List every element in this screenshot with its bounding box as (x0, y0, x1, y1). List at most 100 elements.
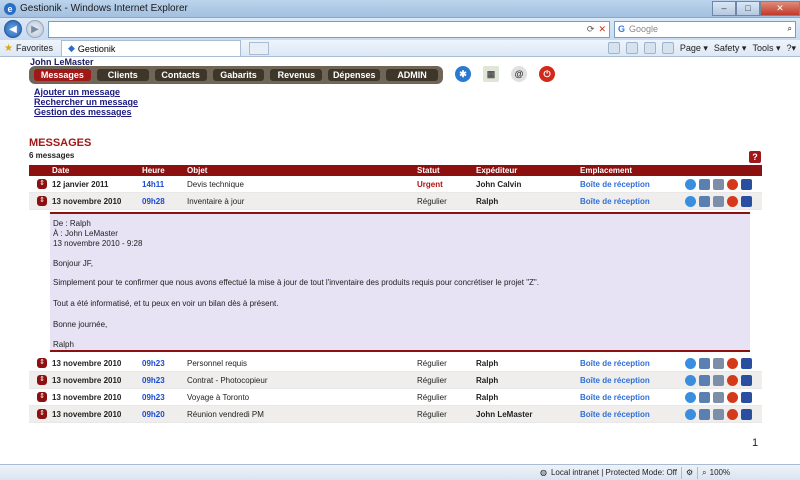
table-row[interactable]: ⇕ 13 novembre 2010 09h20 Réunion vendred… (29, 406, 762, 423)
forward-icon[interactable] (699, 196, 710, 207)
print-icon[interactable] (713, 375, 724, 386)
forward-icon[interactable] (699, 375, 710, 386)
menu-item-depenses[interactable]: Dépenses (328, 69, 381, 81)
menu-item-revenus[interactable]: Revenus (270, 69, 323, 81)
row-objet[interactable]: Devis technique (187, 180, 244, 189)
add-message-link[interactable]: Ajouter un message (34, 88, 138, 97)
power-logout-icon[interactable]: ⏻ (539, 66, 555, 82)
maximize-button[interactable]: □ (736, 0, 760, 16)
pagination-page[interactable]: 1 (752, 437, 758, 449)
delete-icon[interactable] (727, 179, 738, 190)
search-box[interactable]: G Google ⌕ (614, 20, 796, 38)
col-objet[interactable]: Objet (187, 166, 207, 175)
email-at-icon[interactable]: @ (511, 66, 527, 82)
expand-toggle-icon[interactable]: ⇕ (37, 358, 47, 368)
menu-item-gabarits[interactable]: Gabarits (212, 69, 265, 81)
minimize-button[interactable]: – (712, 0, 736, 16)
delete-icon[interactable] (727, 358, 738, 369)
row-objet[interactable]: Contrat - Photocopieur (187, 376, 268, 385)
table-row[interactable]: ⇕ 13 novembre 2010 09h23 Personnel requi… (29, 355, 762, 372)
save-icon[interactable] (741, 179, 752, 190)
reply-bubble-icon[interactable] (685, 375, 696, 386)
delete-icon[interactable] (727, 375, 738, 386)
row-emplacement[interactable]: Boîte de réception (580, 180, 650, 189)
reply-bubble-icon[interactable] (685, 358, 696, 369)
forward-icon[interactable] (699, 409, 710, 420)
search-message-link[interactable]: Rechercher un message (34, 98, 138, 107)
row-emplacement[interactable]: Boîte de réception (580, 410, 650, 419)
table-row[interactable]: ⇕ 13 novembre 2010 09h23 Contrat - Photo… (29, 372, 762, 389)
forward-icon[interactable] (699, 179, 710, 190)
calculator-icon[interactable]: ▦ (483, 66, 499, 82)
menu-item-messages[interactable]: Messages (34, 69, 91, 81)
safety-menu[interactable]: Safety ▾ (714, 43, 747, 54)
save-icon[interactable] (741, 409, 752, 420)
row-emplacement[interactable]: Boîte de réception (580, 197, 650, 206)
forward-icon[interactable] (699, 358, 710, 369)
menu-item-contacts[interactable]: Contacts (154, 69, 207, 81)
home-icon[interactable] (607, 42, 620, 54)
table-row[interactable]: ⇕ 13 novembre 2010 09h28 Inventaire à jo… (29, 193, 762, 210)
menu-item-clients[interactable]: Clients (96, 69, 149, 81)
favorites-button[interactable]: ★ Favorites (4, 43, 53, 54)
delete-icon[interactable] (727, 196, 738, 207)
row-objet[interactable]: Inventaire à jour (187, 197, 244, 206)
row-objet[interactable]: Voyage à Toronto (187, 393, 249, 402)
save-icon[interactable] (741, 392, 752, 403)
browser-tab[interactable]: ◆ Gestionik (60, 40, 241, 56)
security-zone[interactable]: Local intranet | Protected Mode: Off (551, 468, 677, 477)
row-emplacement[interactable]: Boîte de réception (580, 393, 650, 402)
expand-toggle-icon[interactable]: ⇕ (37, 375, 47, 385)
manage-messages-link[interactable]: Gestion des messages (34, 108, 138, 117)
print-icon[interactable] (713, 392, 724, 403)
col-heure[interactable]: Heure (142, 166, 165, 175)
print-icon[interactable] (713, 409, 724, 420)
expand-toggle-icon[interactable]: ⇕ (37, 392, 47, 402)
row-emplacement[interactable]: Boîte de réception (580, 359, 650, 368)
row-emplacement[interactable]: Boîte de réception (580, 376, 650, 385)
close-window-button[interactable]: ✕ (760, 0, 800, 16)
stop-icon[interactable]: ✕ (598, 24, 606, 35)
forward-icon[interactable] (699, 392, 710, 403)
col-emplacement[interactable]: Emplacement (580, 166, 632, 175)
print-icon[interactable] (713, 179, 724, 190)
page-menu[interactable]: Page ▾ (680, 43, 708, 54)
new-tab-button[interactable] (248, 41, 269, 55)
search-icon[interactable]: ⌕ (788, 24, 792, 34)
col-expediteur[interactable]: Expéditeur (476, 166, 517, 175)
print-icon[interactable] (713, 196, 724, 207)
col-statut[interactable]: Statut (417, 166, 440, 175)
reply-bubble-icon[interactable] (685, 196, 696, 207)
delete-icon[interactable] (727, 392, 738, 403)
reply-bubble-icon[interactable] (685, 179, 696, 190)
expand-toggle-icon[interactable]: ⇕ (37, 196, 47, 206)
help-icon[interactable]: ? (749, 151, 761, 163)
save-icon[interactable] (741, 196, 752, 207)
delete-icon[interactable] (727, 409, 738, 420)
menu-item-admin[interactable]: ADMIN (386, 69, 438, 81)
table-row[interactable]: ⇕ 13 novembre 2010 09h23 Voyage à Toront… (29, 389, 762, 406)
help-menu[interactable]: ?▾ (786, 43, 796, 54)
reply-bubble-icon[interactable] (685, 392, 696, 403)
table-row[interactable]: ⇕ 12 janvier 2011 14h11 Devis technique … (29, 176, 762, 193)
search-input[interactable]: Google (629, 24, 784, 34)
forward-button[interactable]: ▶ (26, 20, 44, 38)
settings-gear-icon[interactable]: ✱ (455, 66, 471, 82)
tools-menu[interactable]: Tools ▾ (752, 43, 780, 54)
address-field[interactable]: ⟳ ✕ (48, 20, 610, 38)
refresh-icon[interactable]: ⟳ (587, 24, 595, 35)
reply-bubble-icon[interactable] (685, 409, 696, 420)
back-button[interactable]: ◀ (4, 20, 22, 38)
expand-toggle-icon[interactable]: ⇕ (37, 179, 47, 189)
mail-icon[interactable] (643, 42, 656, 54)
save-icon[interactable] (741, 358, 752, 369)
expand-toggle-icon[interactable]: ⇕ (37, 409, 47, 419)
row-objet[interactable]: Réunion vendredi PM (187, 410, 264, 419)
save-icon[interactable] (741, 375, 752, 386)
zoom-level[interactable]: 100% (710, 468, 730, 477)
print-icon[interactable] (713, 358, 724, 369)
feeds-icon[interactable] (625, 42, 638, 54)
col-date[interactable]: Date (52, 166, 69, 175)
print-icon[interactable] (661, 42, 674, 54)
row-objet[interactable]: Personnel requis (187, 359, 247, 368)
